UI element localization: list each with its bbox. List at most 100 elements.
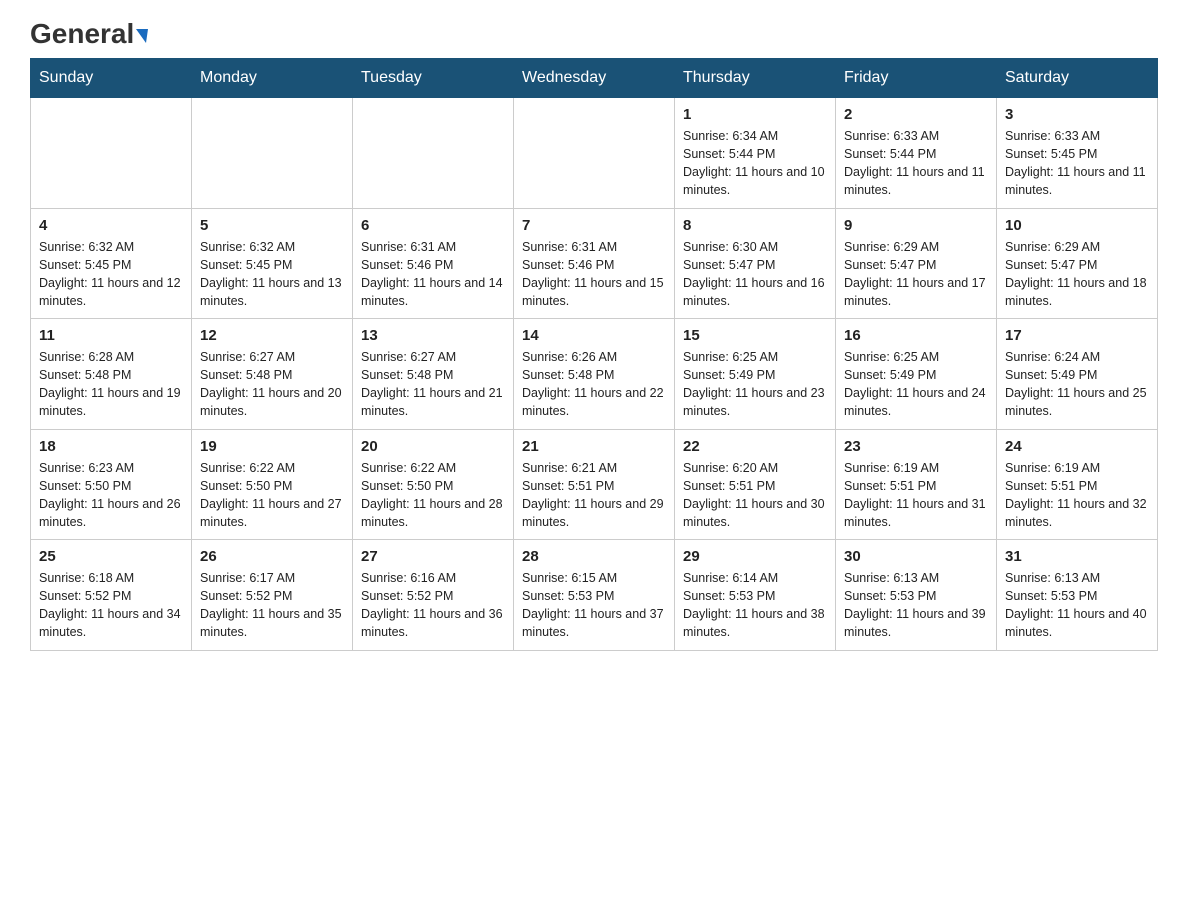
calendar-cell: 12 Sunrise: 6:27 AMSunset: 5:48 PMDayligh… — [192, 319, 353, 430]
calendar-cell: 26 Sunrise: 6:17 AMSunset: 5:52 PMDayligh… — [192, 540, 353, 651]
day-info: Sunrise: 6:26 AMSunset: 5:48 PMDaylight:… — [522, 348, 666, 421]
calendar-cell — [31, 98, 192, 209]
calendar-cell: 8 Sunrise: 6:30 AMSunset: 5:47 PMDaylight… — [675, 208, 836, 319]
calendar-cell: 4 Sunrise: 6:32 AMSunset: 5:45 PMDaylight… — [31, 208, 192, 319]
day-number: 3 — [1005, 106, 1149, 123]
day-info: Sunrise: 6:33 AMSunset: 5:44 PMDaylight:… — [844, 127, 988, 200]
day-info: Sunrise: 6:27 AMSunset: 5:48 PMDaylight:… — [361, 348, 505, 421]
calendar-cell: 6 Sunrise: 6:31 AMSunset: 5:46 PMDaylight… — [353, 208, 514, 319]
calendar-cell: 10Sunrise: 6:29 AMSunset: 5:47 PMDayligh… — [997, 208, 1158, 319]
calendar-header-thursday: Thursday — [675, 59, 836, 98]
day-info: Sunrise: 6:22 AMSunset: 5:50 PMDaylight:… — [361, 459, 505, 532]
calendar-cell: 17Sunrise: 6:24 AMSunset: 5:49 PMDayligh… — [997, 319, 1158, 430]
day-info: Sunrise: 6:23 AMSunset: 5:50 PMDaylight:… — [39, 459, 183, 532]
day-info: Sunrise: 6:33 AMSunset: 5:45 PMDaylight:… — [1005, 127, 1149, 200]
day-number: 10 — [1005, 217, 1149, 234]
day-info: Sunrise: 6:14 AMSunset: 5:53 PMDaylight:… — [683, 569, 827, 642]
day-number: 11 — [39, 327, 183, 344]
day-info: Sunrise: 6:27 AMSunset: 5:48 PMDaylight:… — [200, 348, 344, 421]
day-number: 1 — [683, 106, 827, 123]
logo-general: General — [30, 20, 148, 48]
calendar-cell — [353, 98, 514, 209]
calendar-header-sunday: Sunday — [31, 59, 192, 98]
calendar-header-tuesday: Tuesday — [353, 59, 514, 98]
calendar-header-row: SundayMondayTuesdayWednesdayThursdayFrid… — [31, 59, 1158, 98]
calendar-cell: 29 Sunrise: 6:14 AMSunset: 5:53 PMDayligh… — [675, 540, 836, 651]
day-info: Sunrise: 6:31 AMSunset: 5:46 PMDaylight:… — [361, 238, 505, 311]
calendar-cell: 24 Sunrise: 6:19 AMSunset: 5:51 PMDayligh… — [997, 429, 1158, 540]
calendar-cell: 31 Sunrise: 6:13 AMSunset: 5:53 PMDayligh… — [997, 540, 1158, 651]
day-number: 29 — [683, 548, 827, 565]
day-info: Sunrise: 6:24 AMSunset: 5:49 PMDaylight:… — [1005, 348, 1149, 421]
day-number: 20 — [361, 438, 505, 455]
calendar-cell — [514, 98, 675, 209]
day-number: 26 — [200, 548, 344, 565]
day-info: Sunrise: 6:19 AMSunset: 5:51 PMDaylight:… — [1005, 459, 1149, 532]
calendar-header-wednesday: Wednesday — [514, 59, 675, 98]
day-number: 31 — [1005, 548, 1149, 565]
calendar-cell: 25 Sunrise: 6:18 AMSunset: 5:52 PMDayligh… — [31, 540, 192, 651]
calendar-cell: 15 Sunrise: 6:25 AMSunset: 5:49 PMDayligh… — [675, 319, 836, 430]
day-info: Sunrise: 6:30 AMSunset: 5:47 PMDaylight:… — [683, 238, 827, 311]
day-number: 13 — [361, 327, 505, 344]
day-number: 15 — [683, 327, 827, 344]
day-info: Sunrise: 6:32 AMSunset: 5:45 PMDaylight:… — [200, 238, 344, 311]
calendar-cell: 19 Sunrise: 6:22 AMSunset: 5:50 PMDayligh… — [192, 429, 353, 540]
day-number: 28 — [522, 548, 666, 565]
day-info: Sunrise: 6:13 AMSunset: 5:53 PMDaylight:… — [1005, 569, 1149, 642]
week-row-5: 25 Sunrise: 6:18 AMSunset: 5:52 PMDayligh… — [31, 540, 1158, 651]
day-info: Sunrise: 6:28 AMSunset: 5:48 PMDaylight:… — [39, 348, 183, 421]
day-info: Sunrise: 6:16 AMSunset: 5:52 PMDaylight:… — [361, 569, 505, 642]
day-number: 21 — [522, 438, 666, 455]
day-number: 23 — [844, 438, 988, 455]
calendar-header-saturday: Saturday — [997, 59, 1158, 98]
day-info: Sunrise: 6:19 AMSunset: 5:51 PMDaylight:… — [844, 459, 988, 532]
day-number: 6 — [361, 217, 505, 234]
day-info: Sunrise: 6:22 AMSunset: 5:50 PMDaylight:… — [200, 459, 344, 532]
calendar-cell: 21 Sunrise: 6:21 AMSunset: 5:51 PMDayligh… — [514, 429, 675, 540]
calendar-cell — [192, 98, 353, 209]
calendar-cell: 5 Sunrise: 6:32 AMSunset: 5:45 PMDaylight… — [192, 208, 353, 319]
calendar-cell: 18 Sunrise: 6:23 AMSunset: 5:50 PMDayligh… — [31, 429, 192, 540]
day-number: 5 — [200, 217, 344, 234]
calendar-cell: 2 Sunrise: 6:33 AMSunset: 5:44 PMDaylight… — [836, 98, 997, 209]
day-number: 2 — [844, 106, 988, 123]
calendar-cell: 28 Sunrise: 6:15 AMSunset: 5:53 PMDayligh… — [514, 540, 675, 651]
day-info: Sunrise: 6:25 AMSunset: 5:49 PMDaylight:… — [844, 348, 988, 421]
day-info: Sunrise: 6:32 AMSunset: 5:45 PMDaylight:… — [39, 238, 183, 311]
day-number: 18 — [39, 438, 183, 455]
week-row-2: 4 Sunrise: 6:32 AMSunset: 5:45 PMDaylight… — [31, 208, 1158, 319]
calendar-cell: 30Sunrise: 6:13 AMSunset: 5:53 PMDayligh… — [836, 540, 997, 651]
day-number: 14 — [522, 327, 666, 344]
day-number: 25 — [39, 548, 183, 565]
calendar-cell: 9 Sunrise: 6:29 AMSunset: 5:47 PMDaylight… — [836, 208, 997, 319]
day-info: Sunrise: 6:15 AMSunset: 5:53 PMDaylight:… — [522, 569, 666, 642]
day-number: 24 — [1005, 438, 1149, 455]
calendar-cell: 27 Sunrise: 6:16 AMSunset: 5:52 PMDayligh… — [353, 540, 514, 651]
day-number: 9 — [844, 217, 988, 234]
calendar-cell: 1Sunrise: 6:34 AMSunset: 5:44 PMDaylight… — [675, 98, 836, 209]
day-number: 27 — [361, 548, 505, 565]
logo: General — [30, 20, 148, 48]
day-number: 8 — [683, 217, 827, 234]
day-number: 22 — [683, 438, 827, 455]
day-number: 19 — [200, 438, 344, 455]
calendar-header-friday: Friday — [836, 59, 997, 98]
day-number: 4 — [39, 217, 183, 234]
calendar-cell: 16Sunrise: 6:25 AMSunset: 5:49 PMDayligh… — [836, 319, 997, 430]
day-info: Sunrise: 6:29 AMSunset: 5:47 PMDaylight:… — [844, 238, 988, 311]
day-info: Sunrise: 6:18 AMSunset: 5:52 PMDaylight:… — [39, 569, 183, 642]
calendar-cell: 7 Sunrise: 6:31 AMSunset: 5:46 PMDaylight… — [514, 208, 675, 319]
calendar-cell: 11 Sunrise: 6:28 AMSunset: 5:48 PMDayligh… — [31, 319, 192, 430]
day-info: Sunrise: 6:21 AMSunset: 5:51 PMDaylight:… — [522, 459, 666, 532]
day-info: Sunrise: 6:25 AMSunset: 5:49 PMDaylight:… — [683, 348, 827, 421]
week-row-1: 1Sunrise: 6:34 AMSunset: 5:44 PMDaylight… — [31, 98, 1158, 209]
calendar-cell: 14 Sunrise: 6:26 AMSunset: 5:48 PMDayligh… — [514, 319, 675, 430]
calendar-cell: 22 Sunrise: 6:20 AMSunset: 5:51 PMDayligh… — [675, 429, 836, 540]
day-number: 12 — [200, 327, 344, 344]
day-info: Sunrise: 6:13 AMSunset: 5:53 PMDaylight:… — [844, 569, 988, 642]
day-info: Sunrise: 6:20 AMSunset: 5:51 PMDaylight:… — [683, 459, 827, 532]
day-info: Sunrise: 6:17 AMSunset: 5:52 PMDaylight:… — [200, 569, 344, 642]
day-number: 7 — [522, 217, 666, 234]
day-info: Sunrise: 6:31 AMSunset: 5:46 PMDaylight:… — [522, 238, 666, 311]
